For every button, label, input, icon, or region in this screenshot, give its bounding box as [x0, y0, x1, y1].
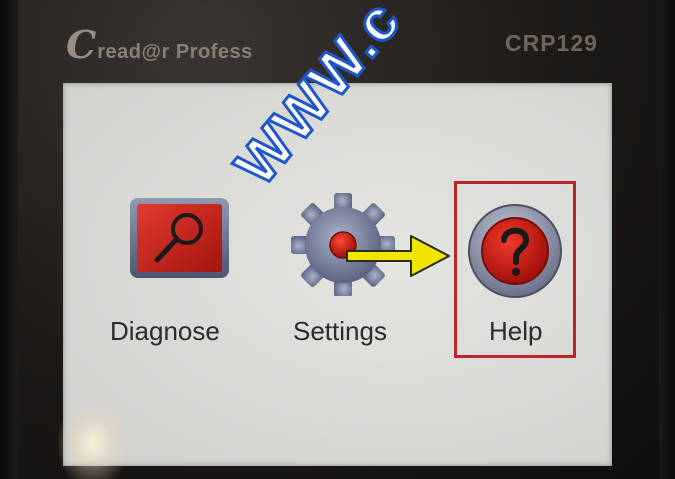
arrow-icon [346, 235, 450, 277]
menu-item-help[interactable] [464, 200, 566, 302]
menu-label-help: Help [489, 316, 543, 346]
brand-name: read@r Profess [97, 41, 253, 63]
brand-logo: C read@r Profess [66, 22, 253, 67]
device-photo: C read@r Profess CRP129 Diagnose Setting… [0, 0, 675, 479]
model-label: CRP129 [505, 30, 598, 56]
menu-item-diagnose[interactable] [127, 196, 232, 281]
question-icon [468, 204, 562, 298]
light-glare [58, 400, 128, 479]
magnifier-icon [130, 198, 229, 278]
brand-initial: C [66, 22, 97, 67]
device-bezel-right [659, 0, 675, 479]
device-bezel-left [0, 0, 18, 479]
menu-label-settings: Settings [293, 316, 387, 346]
menu-label-diagnose: Diagnose [110, 316, 220, 346]
